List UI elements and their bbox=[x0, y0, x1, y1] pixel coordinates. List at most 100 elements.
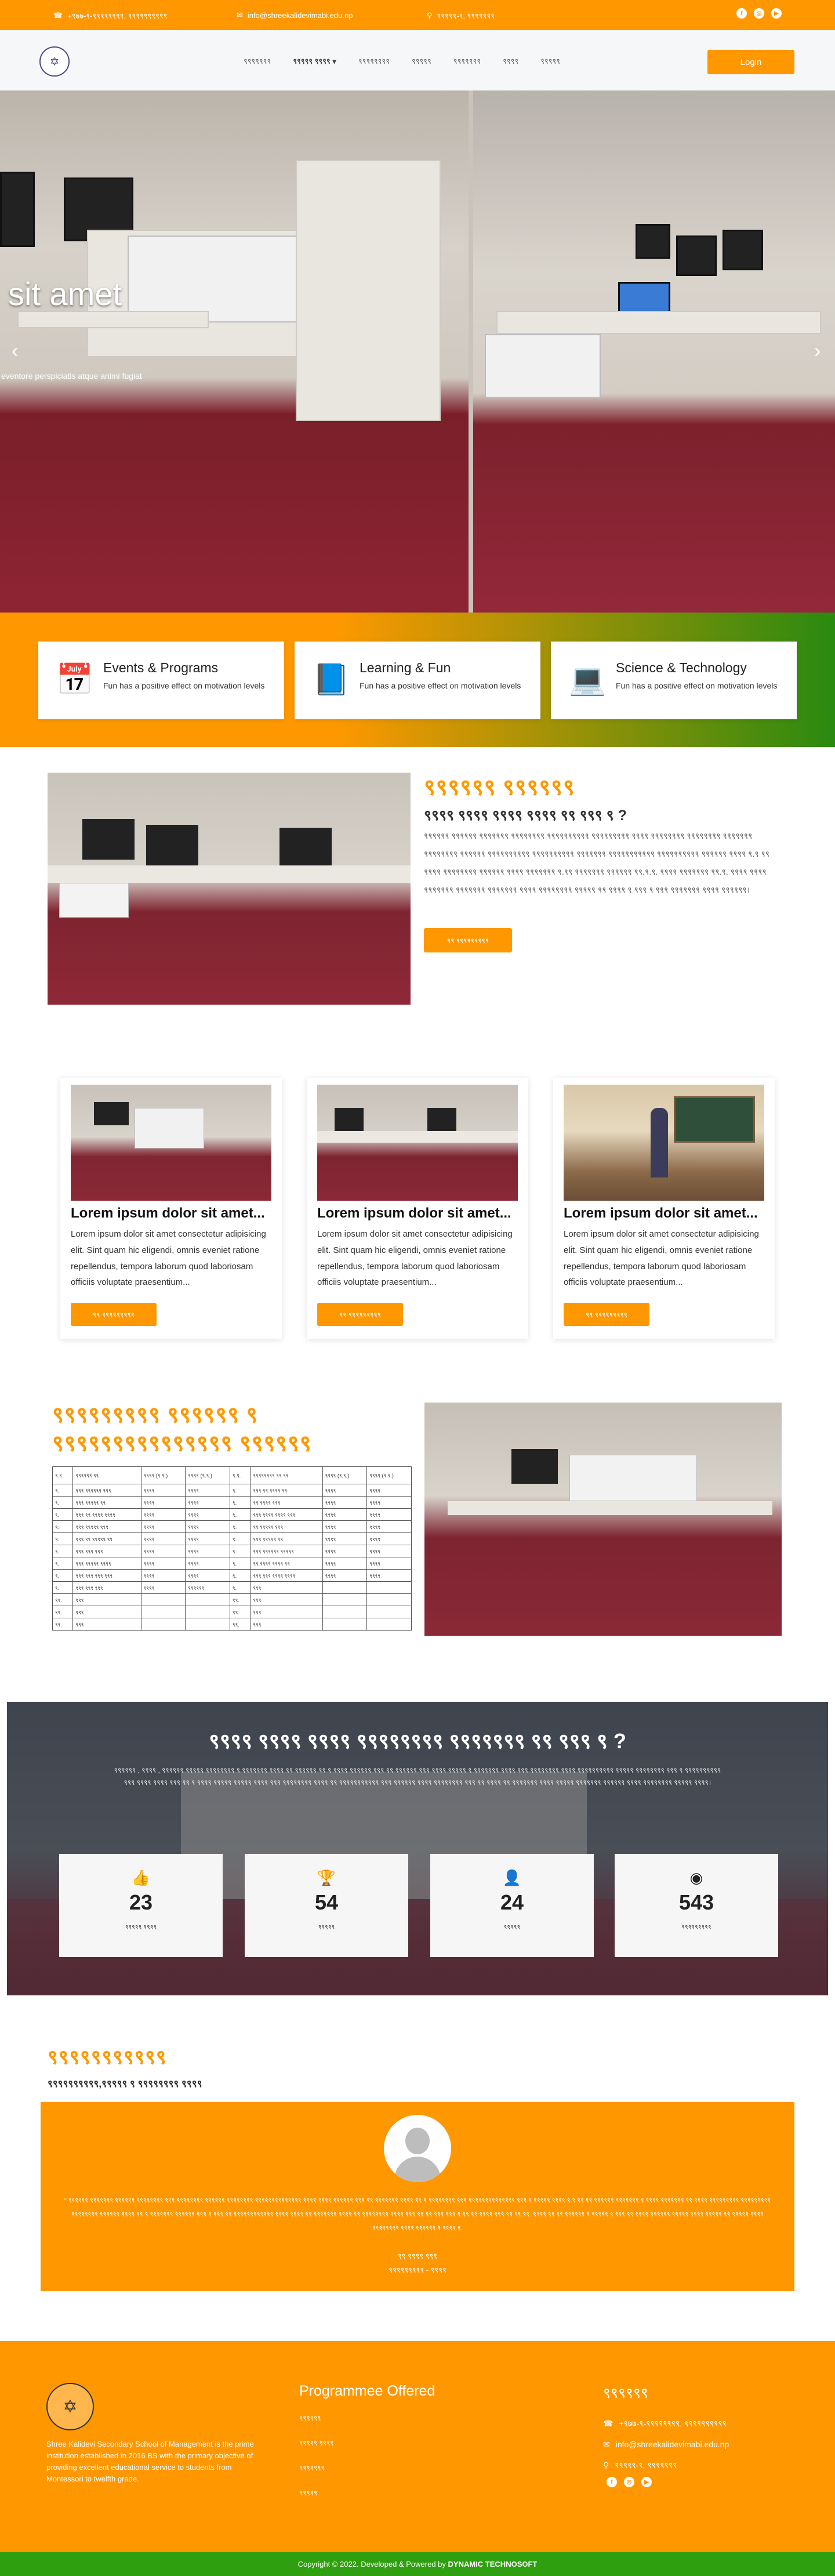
footer-phone[interactable]: ☎ +९७७-९-९९९९९९९९, ९९९९९९९९९९ bbox=[603, 2413, 729, 2434]
developer-link[interactable]: DYNAMIC TECHNOSOFT bbox=[448, 2560, 538, 2568]
footer-email[interactable]: ✉ info@shreekalidevimabi.edu.np bbox=[603, 2434, 729, 2455]
stats-section: ९९९९ ९९९९ ९९९९ ९९९९९९९९ ९९९९९९९ ९९ ९९९ ९… bbox=[7, 1702, 828, 1995]
table-cell: ९९९ bbox=[250, 1606, 323, 1618]
carousel-next-icon[interactable]: › bbox=[814, 340, 821, 363]
table-cell bbox=[366, 1581, 412, 1594]
table-cell: ९९९९ bbox=[322, 1484, 368, 1497]
table-cell: ९९९९ bbox=[185, 1484, 230, 1497]
feature-card[interactable]: 💻 Science & Technology Fun has a positiv… bbox=[551, 642, 797, 719]
stat-card: 👤 24 ९९९९९ bbox=[430, 1854, 594, 1957]
table-header-row: ९.९. ९९९९९९ ९९ ९९९९ (९.९.) ९९९९ (९.९.) ९.९. ९… bbox=[52, 1466, 412, 1484]
topbar-address: ⚲ ९९९९९-९, ९९९९९९९ bbox=[427, 11, 495, 20]
table-cell: ९९९ ९९ ९९९९९ ९९ bbox=[72, 1532, 141, 1545]
stat-card: ◉ 543 ९९९९९९९९९ bbox=[615, 1854, 778, 1957]
table-cell: ९९९ ९९९९९ ९९९९ bbox=[72, 1557, 141, 1570]
table-row: ९. ९९९ ९९९९९९ ९९९ ९९९९ ९९९९ ९. ९९९ ९९ ९९९९ ९९… bbox=[52, 1484, 412, 1497]
nav-item-dropdown[interactable]: ९९९९९ ९९९९ ▾ bbox=[293, 56, 336, 66]
footer-link[interactable]: ९९९९९ bbox=[299, 2488, 334, 2513]
stat-card: 👍 23 ९९९९९ ९९९९ bbox=[59, 1854, 223, 1957]
table-cell: ९. bbox=[52, 1508, 74, 1521]
table-cell: ९९. bbox=[52, 1593, 74, 1606]
table-cell: ९९९ bbox=[250, 1581, 323, 1594]
table-cell: ९. bbox=[52, 1557, 74, 1570]
program-card[interactable]: Lorem ipsum dolor sit amet... Lorem ipsu… bbox=[60, 1078, 282, 1339]
table-cell: ९९९९ bbox=[366, 1508, 412, 1521]
program-card[interactable]: Lorem ipsum dolor sit amet... Lorem ipsu… bbox=[553, 1078, 775, 1339]
footer-link[interactable]: ९९९९९ ९९९९ bbox=[299, 2438, 334, 2463]
table-cell: ९९९९ bbox=[366, 1520, 412, 1533]
table-row: ९. ९९९ ९९ ९९९९ ९९९९ ९९९९ ९९९९ ९. ९९९ ९९९९ ९९९… bbox=[52, 1508, 412, 1521]
trophy-icon: 🏆 bbox=[317, 1869, 336, 1886]
program-desc: Lorem ipsum dolor sit amet consectetur a… bbox=[317, 1229, 513, 1288]
footer-link[interactable]: ९९९९९९ bbox=[299, 2413, 334, 2438]
instagram-icon[interactable]: ◎ bbox=[624, 2477, 634, 2487]
feature-card[interactable]: 📘 Learning & Fun Fun has a positive effe… bbox=[295, 642, 540, 719]
feature-title: Science & Technology bbox=[616, 660, 747, 675]
table-cell: ९९९९ bbox=[185, 1569, 230, 1582]
instagram-icon[interactable]: ◎ bbox=[754, 8, 764, 19]
topbar-email[interactable]: ✉ info@shreekalidevimabi.edu.np bbox=[237, 10, 353, 20]
nav-item-4[interactable]: ९९९९९ bbox=[412, 56, 431, 66]
hero-slide-image-2 bbox=[473, 90, 835, 613]
nav-item-7[interactable]: ९९९९९ bbox=[540, 56, 560, 66]
nav-item-home[interactable]: ९९९९९९९ bbox=[244, 56, 271, 66]
stat-value: 23 bbox=[129, 1890, 153, 1914]
footer-logo[interactable]: ✡ bbox=[46, 2383, 94, 2430]
program-read-more-button[interactable]: ९९ ९९९९९९९९९ bbox=[564, 1303, 649, 1326]
about-image bbox=[48, 773, 411, 1005]
stats-text: ९९९९९९ , ९९९९ , ९९९९९९ ९९९९९ ९९९९९९९९ ९ … bbox=[114, 1766, 721, 1787]
hero-subtitle: eventore perspiciatis atque animi fugiat bbox=[1, 371, 142, 381]
facebook-icon[interactable]: f bbox=[736, 8, 747, 19]
about-text: ९९९९९९ ९९९९९९ ९९९९९९९ ९९९९९९९९ ९९९९९९९९९… bbox=[424, 831, 770, 894]
table-header-cell: ९९९९ (९.९.) bbox=[366, 1466, 412, 1484]
nav-item-6[interactable]: ९९९९ bbox=[503, 56, 518, 66]
footer-address: ⚲ ९९९९९-९, ९९९९९९९ bbox=[603, 2460, 677, 2470]
program-read-more-button[interactable]: ९९ ९९९९९९९९९ bbox=[317, 1303, 403, 1326]
program-card[interactable]: Lorem ipsum dolor sit amet... Lorem ipsu… bbox=[307, 1078, 528, 1339]
youtube-icon[interactable]: ▶ bbox=[771, 8, 782, 19]
feature-title: Events & Programs bbox=[103, 660, 219, 675]
program-title: Lorem ipsum dolor sit amet... bbox=[317, 1205, 511, 1221]
testimonial-subtitle: ९९९९९९९९९९,९९९९९ ९ ९९९९९९९९ ९९९९ bbox=[48, 2078, 202, 2089]
footer-link[interactable]: ९९९९९९९ bbox=[299, 2463, 334, 2488]
table-cell: ९९. bbox=[229, 1618, 251, 1631]
program-read-more-button[interactable]: ९९ ९९९९९९९९९ bbox=[71, 1303, 157, 1326]
about-read-more-button[interactable]: ९९ ९९९९९९९९९ bbox=[424, 928, 512, 952]
table-cell bbox=[322, 1618, 368, 1631]
table-cell: ९. bbox=[52, 1496, 74, 1509]
table-cell: ९९. bbox=[229, 1593, 251, 1606]
table-cell: ९९९ ९९९ ९९९ bbox=[72, 1581, 141, 1594]
stats-heading: ९९९९ ९९९९ ९९९९ ९९९९९९९९ ९९९९९९९ ९९ ९९९ ९… bbox=[209, 1729, 626, 1753]
copyright-text: Copyright © 2022. Developed & Powered by bbox=[297, 2560, 446, 2568]
testimonial-card: “ ९९९९९९ ९९९९९९९ ९९९९९९ ९९९९९९९९ ९९९ ९९९… bbox=[41, 2102, 794, 2291]
table-cell: ९९९९ bbox=[140, 1545, 186, 1557]
nav-item-3[interactable]: ९९९९९९९९ bbox=[358, 56, 390, 66]
carousel-prev-icon[interactable]: ‹ bbox=[12, 340, 18, 363]
table-cell bbox=[140, 1618, 186, 1631]
features-band: 📅 Events & Programs Fun has a positive e… bbox=[0, 613, 835, 747]
table-cell: ९९ ९९९९९ ९९९ bbox=[250, 1520, 323, 1533]
stat-label: ९९९९९ bbox=[318, 1924, 335, 1931]
table-cell: ९९९ ९९ ९९९९ ९९९९ bbox=[72, 1508, 141, 1521]
footer-contact: ☎ +९७७-९-९९९९९९९९, ९९९९९९९९९९ ✉ info@shree… bbox=[603, 2413, 729, 2476]
table-cell: ९९९ ९९९९९ ९९९ bbox=[72, 1520, 141, 1533]
table-cell bbox=[322, 1593, 368, 1606]
table-cell: ९. bbox=[229, 1569, 251, 1582]
topbar-phone[interactable]: ☎ +९७७-९-९९९९९९९९, ९९९९९९९९९९ bbox=[53, 10, 167, 21]
feature-desc: Fun has a positive effect on motivation … bbox=[616, 681, 778, 690]
table-row: ९९. ९९९ ९९. ९९९ bbox=[52, 1606, 412, 1618]
facebook-icon[interactable]: f bbox=[607, 2477, 617, 2487]
login-button[interactable]: Login bbox=[707, 50, 794, 74]
envelope-icon: ✉ bbox=[603, 2439, 610, 2449]
top-bar: ☎ +९७७-९-९९९९९९९९, ९९९९९९९९९९ ✉ info@shr… bbox=[0, 0, 835, 30]
table-cell bbox=[366, 1618, 412, 1631]
feature-card[interactable]: 📅 Events & Programs Fun has a positive e… bbox=[38, 642, 284, 719]
testimonial-quote: “ ९९९९९९ ९९९९९९९ ९९९९९९ ९९९९९९९९ ९९९ ९९९… bbox=[64, 2197, 771, 2232]
table-header-cell: ९९९९ (९.९.) bbox=[185, 1466, 230, 1484]
school-logo[interactable]: ✡ bbox=[39, 46, 70, 77]
youtube-icon[interactable]: ▶ bbox=[641, 2477, 652, 2487]
table-row: ९. ९९९ ९९९ ९९९ ९९९९ ९९९९ ९. ९९९ ९९९९९९ ९९९९९ ९… bbox=[52, 1545, 412, 1557]
testimonial-role: ९९९९९९९९९ - ९९९९ bbox=[389, 2266, 446, 2274]
nav-item-5[interactable]: ९९९९९९९ bbox=[453, 56, 481, 66]
table-cell: ९९९९ bbox=[366, 1545, 412, 1557]
